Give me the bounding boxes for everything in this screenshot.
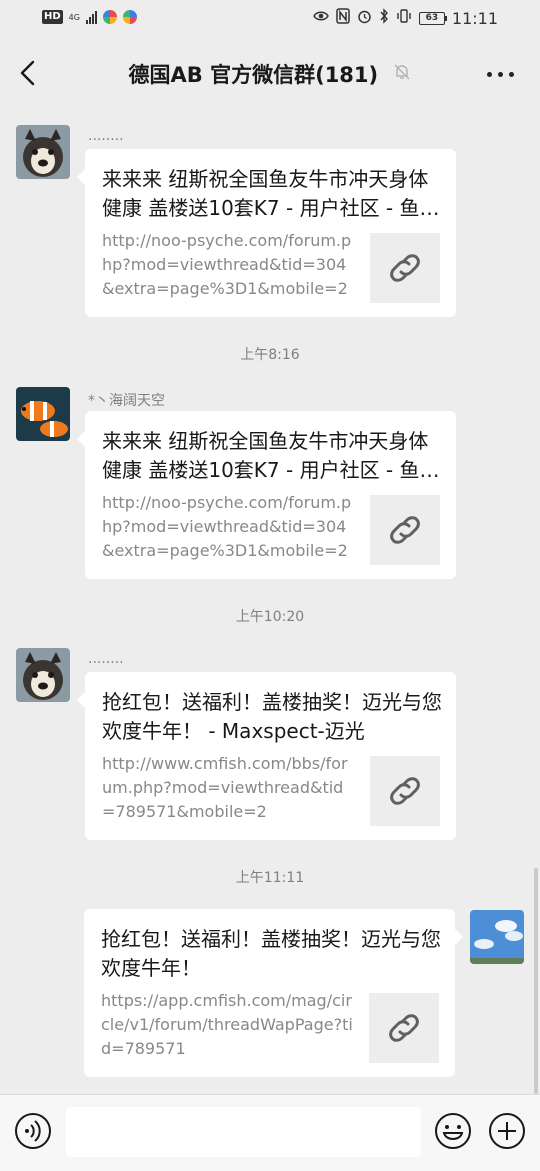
avatar[interactable] <box>16 387 70 441</box>
dog-avatar-icon <box>16 648 70 702</box>
emoji-button[interactable] <box>434 1112 472 1150</box>
bubble-tail <box>77 431 85 447</box>
link-icon <box>389 1014 419 1042</box>
timestamp: 上午10:20 <box>235 609 305 625</box>
avatar[interactable] <box>16 648 70 702</box>
avatar[interactable] <box>470 910 524 964</box>
more-icon-dot <box>498 72 503 77</box>
link-thumbnail <box>370 233 440 303</box>
message-list[interactable]: ........ 来来来 纽斯祝全国鱼友牛市冲天身体健康 盖楼送10套K7 - … <box>0 106 540 1094</box>
bubble-tail <box>77 169 85 185</box>
status-time: 11:11 <box>451 8 498 28</box>
avatar[interactable] <box>16 125 70 179</box>
more-button[interactable] <box>487 72 514 77</box>
link-icon <box>390 777 420 805</box>
emoji-icon <box>435 1113 471 1149</box>
sky-avatar-icon <box>470 910 524 964</box>
link-thumbnail <box>370 756 440 826</box>
link-thumbnail <box>370 495 440 565</box>
link-icon <box>390 516 420 544</box>
clownfish-avatar-icon <box>16 387 70 441</box>
bluetooth-icon <box>379 8 389 28</box>
link-card[interactable]: 来来来 纽斯祝全国鱼友牛市冲天身体健康 盖楼送10套K7 - 用户社区 - 鱼友… <box>77 411 456 579</box>
vibrate-icon <box>396 8 412 28</box>
sender-name: ........ <box>88 651 124 667</box>
message-input[interactable] <box>66 1107 421 1157</box>
chat-title: 德国AB 官方微信群(181) <box>0 59 540 89</box>
link-url: https://app.cmfish.com/mag/circle/v1/for… <box>101 991 353 1058</box>
alarm-icon <box>357 9 372 28</box>
sender-name: ........ <box>88 128 124 144</box>
dog-avatar-icon <box>16 125 70 179</box>
input-bar <box>0 1094 540 1171</box>
status-bar: HD 4G 63 11:11 <box>0 0 540 40</box>
app-notification-icon <box>102 10 117 24</box>
status-right: 63 11:11 <box>313 8 498 28</box>
voice-button[interactable] <box>14 1112 52 1150</box>
bubble-tail <box>455 929 463 945</box>
link-title: 来来来 纽斯祝全国鱼友牛市冲天身体健康 盖楼送10套K7 - 用户社区 - 鱼友… <box>102 429 440 482</box>
link-thumbnail <box>369 993 439 1063</box>
status-left: HD 4G <box>42 10 137 24</box>
group-name: 德国AB 官方微信群(181) <box>128 63 379 87</box>
mute-bell-icon <box>393 62 411 86</box>
link-title: 抢红包！送福利！盖楼抽奖！迈光与您欢度牛年！ - Maxspect-迈光 <box>102 690 442 743</box>
timestamp: 上午8:16 <box>240 347 300 363</box>
signal-icon <box>85 10 97 24</box>
voice-icon <box>15 1113 51 1149</box>
link-icon <box>390 254 420 282</box>
sender-name: *丶海阔天空 <box>88 393 165 409</box>
link-url: http://noo-psyche.com/forum.php?mod=view… <box>102 493 352 560</box>
link-card[interactable]: 抢红包！送福利！盖楼抽奖！迈光与您欢度牛年！ https://app.cmfis… <box>84 909 463 1077</box>
plus-icon <box>489 1113 525 1149</box>
link-card[interactable]: 抢红包！送福利！盖楼抽奖！迈光与您欢度牛年！ - Maxspect-迈光 htt… <box>77 672 456 840</box>
timestamp: 上午11:11 <box>235 870 305 886</box>
link-title: 来来来 纽斯祝全国鱼友牛市冲天身体健康 盖楼送10套K7 - 用户社区 - 鱼友… <box>102 167 440 220</box>
bubble-tail <box>77 692 85 708</box>
plus-button[interactable] <box>488 1112 526 1150</box>
hd-badge: HD <box>42 10 63 24</box>
more-icon-dot <box>509 72 514 77</box>
network-label: 4G <box>68 12 80 22</box>
link-title: 抢红包！送福利！盖楼抽奖！迈光与您欢度牛年！ <box>101 927 441 980</box>
chat-header: 德国AB 官方微信群(181) <box>0 40 540 106</box>
app-notification-icon-2 <box>122 10 137 24</box>
battery-icon: 63 <box>418 11 447 25</box>
scrollbar[interactable] <box>534 868 538 1094</box>
eye-icon <box>313 10 329 27</box>
link-url: http://noo-psyche.com/forum.php?mod=view… <box>102 231 352 298</box>
more-icon <box>487 72 492 77</box>
nfc-icon <box>336 8 350 28</box>
link-url: http://www.cmfish.com/bbs/forum.php?mod=… <box>102 754 348 821</box>
link-card[interactable]: 来来来 纽斯祝全国鱼友牛市冲天身体健康 盖楼送10套K7 - 用户社区 - 鱼友… <box>77 149 456 317</box>
